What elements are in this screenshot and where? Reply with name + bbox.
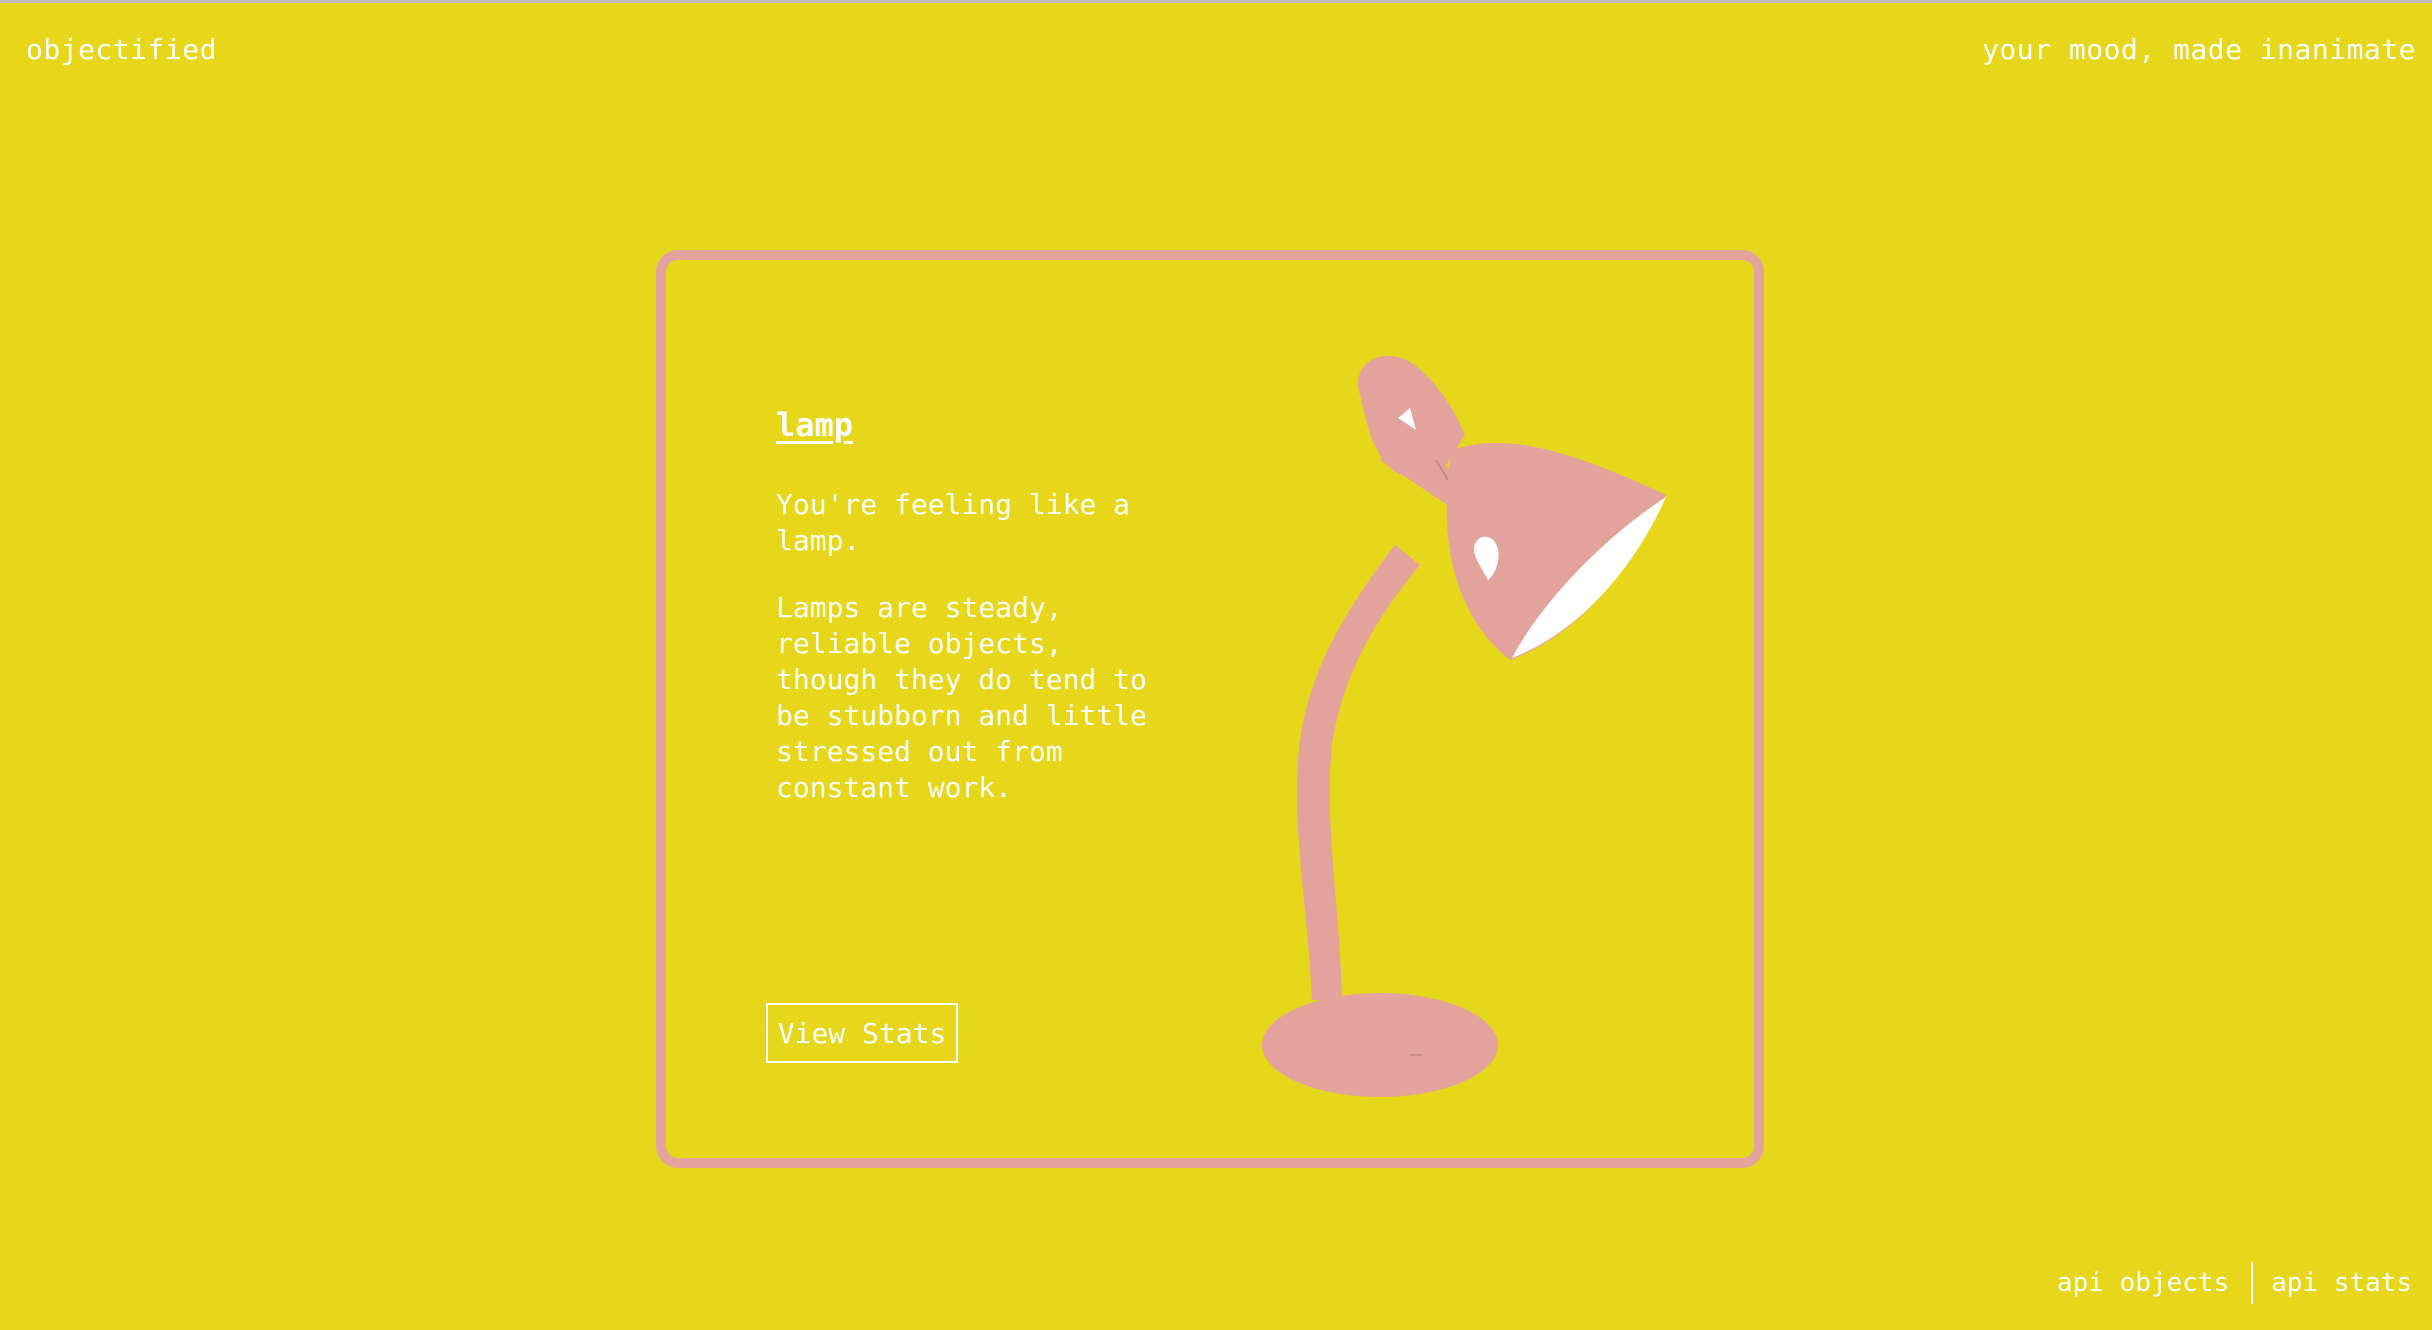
site-tagline: your mood, made inanimate	[1982, 33, 2416, 66]
footer-links: api objects api stats	[2057, 1262, 2412, 1304]
desk-lamp-illustration	[1262, 355, 1666, 1097]
view-stats-button[interactable]: View Stats	[766, 1003, 958, 1063]
api-stats-link[interactable]: api stats	[2271, 1265, 2412, 1301]
object-description: Lamps are steady, reliable objects, thou…	[776, 591, 1147, 804]
api-objects-link[interactable]: api objects	[2057, 1265, 2229, 1301]
object-intro: You're feeling like a lamp.	[776, 488, 1131, 557]
object-title[interactable]: lamp	[776, 404, 853, 446]
footer-divider	[2251, 1262, 2254, 1304]
site-logo[interactable]: objectified	[26, 30, 217, 70]
top-border	[0, 0, 2432, 3]
